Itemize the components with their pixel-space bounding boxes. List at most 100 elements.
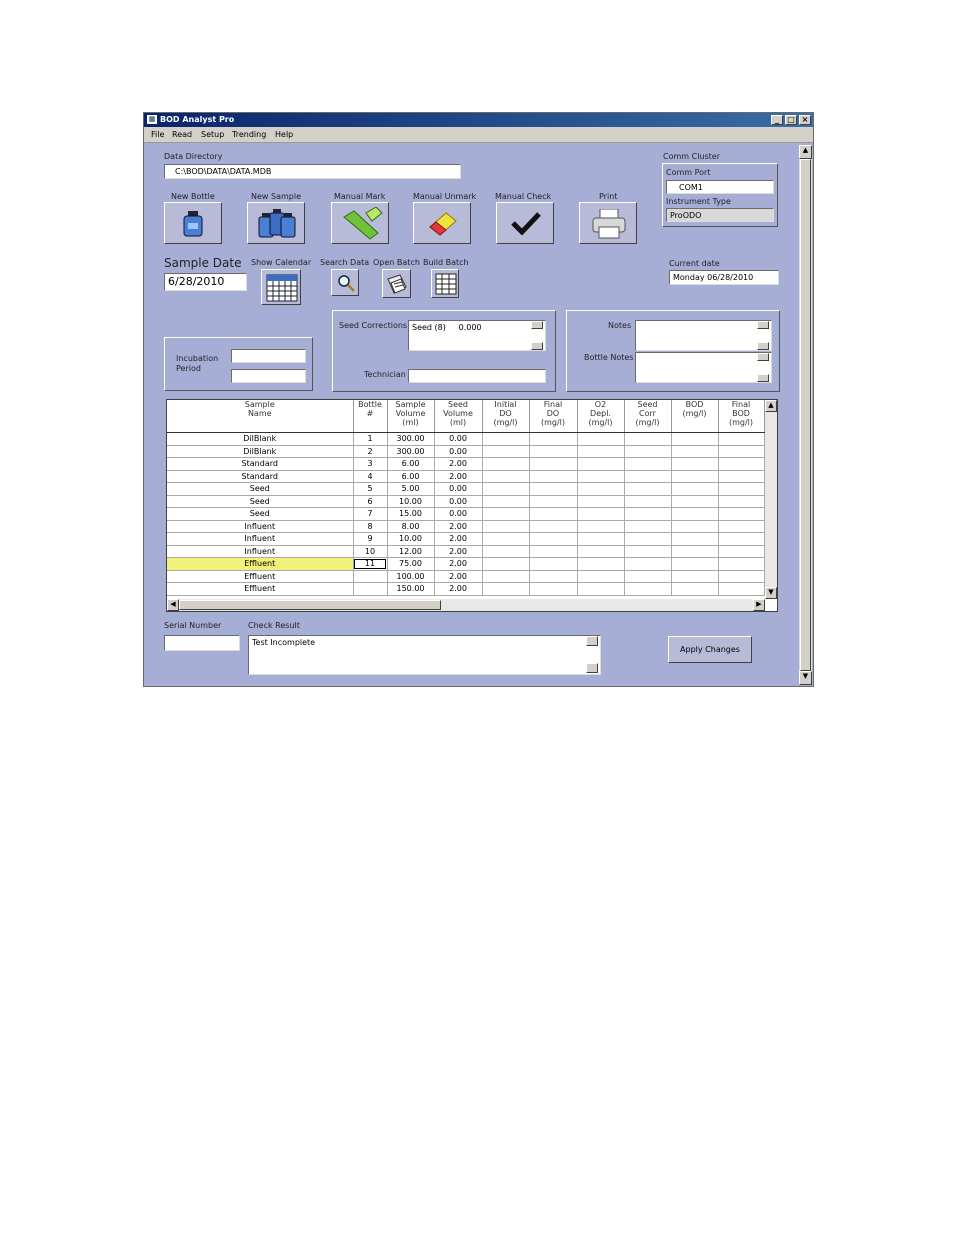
- table-cell[interactable]: [671, 582, 719, 596]
- table-cell[interactable]: [718, 570, 765, 583]
- window-scroll-up-icon[interactable]: ▲: [799, 145, 812, 159]
- table-cell[interactable]: Influent: [167, 520, 354, 533]
- table-cell[interactable]: [482, 445, 530, 458]
- table-cell[interactable]: [482, 495, 530, 508]
- grid-scroll-up-icon[interactable]: ▲: [765, 400, 777, 412]
- table-cell[interactable]: 2.00: [434, 457, 483, 471]
- serial-number-field[interactable]: [164, 635, 240, 651]
- apply-changes-button[interactable]: Apply Changes: [668, 636, 752, 663]
- minimize-button[interactable]: _: [771, 115, 783, 125]
- table-row[interactable]: Standard 3 6.00 2.00: [167, 457, 765, 471]
- open-batch-button[interactable]: [382, 269, 411, 298]
- table-cell[interactable]: 7: [353, 507, 388, 521]
- table-cell[interactable]: [718, 432, 765, 446]
- table-cell[interactable]: 11: [353, 557, 388, 571]
- window-vertical-scrollbar[interactable]: ▲ ▼: [799, 145, 812, 685]
- table-cell[interactable]: [624, 432, 672, 446]
- table-row[interactable]: Effluent 100.00 2.00: [167, 570, 765, 583]
- table-cell[interactable]: [482, 532, 530, 546]
- table-cell[interactable]: [718, 520, 765, 533]
- table-cell[interactable]: [624, 470, 672, 483]
- table-cell[interactable]: [718, 445, 765, 458]
- table-cell[interactable]: [529, 495, 578, 508]
- close-button[interactable]: ×: [799, 115, 811, 125]
- table-cell[interactable]: [529, 482, 578, 496]
- data-directory-field[interactable]: C:\BOD\DATA\DATA.MDB: [164, 164, 461, 179]
- table-cell[interactable]: [577, 470, 625, 483]
- table-cell[interactable]: [577, 570, 625, 583]
- table-cell[interactable]: [718, 582, 765, 596]
- column-header[interactable]: Seed Volume (ml): [434, 400, 483, 433]
- table-cell[interactable]: Effluent: [167, 582, 354, 596]
- table-cell[interactable]: [718, 495, 765, 508]
- table-cell[interactable]: Seed: [167, 482, 354, 496]
- table-cell[interactable]: [577, 520, 625, 533]
- current-date-field[interactable]: Monday 06/28/2010: [669, 270, 779, 285]
- table-cell[interactable]: [718, 507, 765, 521]
- table-cell[interactable]: [671, 445, 719, 458]
- seed-scroll-up[interactable]: [531, 321, 543, 329]
- table-cell[interactable]: Influent: [167, 545, 354, 558]
- table-cell[interactable]: DilBlank: [167, 432, 354, 446]
- table-cell[interactable]: [671, 470, 719, 483]
- table-cell[interactable]: [353, 582, 388, 596]
- new-bottle-button[interactable]: [164, 202, 222, 244]
- table-cell[interactable]: [482, 520, 530, 533]
- table-cell[interactable]: 100.00: [387, 570, 435, 583]
- manual-check-button[interactable]: [496, 202, 554, 244]
- table-cell[interactable]: [624, 507, 672, 521]
- table-cell[interactable]: 6.00: [387, 470, 435, 483]
- technician-field[interactable]: [408, 369, 546, 383]
- table-cell[interactable]: [624, 545, 672, 558]
- table-cell[interactable]: 9: [353, 532, 388, 546]
- table-cell[interactable]: [624, 532, 672, 546]
- incubation-period-field-2[interactable]: [231, 369, 306, 383]
- table-cell[interactable]: 10.00: [387, 532, 435, 546]
- table-cell[interactable]: [482, 582, 530, 596]
- table-cell[interactable]: 10.00: [387, 495, 435, 508]
- column-header[interactable]: O2 Depl. (mg/l): [577, 400, 625, 433]
- table-cell[interactable]: 6.00: [387, 457, 435, 471]
- comm-port-field[interactable]: COM1: [666, 180, 774, 194]
- column-header[interactable]: Sample Volume (ml): [387, 400, 435, 433]
- table-cell[interactable]: [577, 445, 625, 458]
- table-cell[interactable]: [577, 532, 625, 546]
- table-cell[interactable]: 2: [353, 445, 388, 458]
- column-header[interactable]: Sample Name: [167, 400, 354, 433]
- seed-corrections-field[interactable]: Seed (8) 0.000: [408, 320, 546, 351]
- table-cell[interactable]: 12.00: [387, 545, 435, 558]
- table-row[interactable]: Influent 9 10.00 2.00: [167, 532, 765, 546]
- table-cell[interactable]: [529, 520, 578, 533]
- table-cell[interactable]: 8.00: [387, 520, 435, 533]
- column-header[interactable]: Final BOD (mg/l): [718, 400, 765, 433]
- table-cell[interactable]: [577, 482, 625, 496]
- table-row[interactable]: Standard 4 6.00 2.00: [167, 470, 765, 483]
- maximize-button[interactable]: □: [785, 115, 797, 125]
- print-button[interactable]: [579, 202, 637, 244]
- table-cell[interactable]: 300.00: [387, 432, 435, 446]
- table-cell[interactable]: [529, 457, 578, 471]
- table-cell[interactable]: Effluent: [167, 557, 354, 571]
- table-cell[interactable]: 0.00: [434, 495, 483, 508]
- new-sample-button[interactable]: [247, 202, 305, 244]
- table-cell[interactable]: [577, 557, 625, 571]
- menu-trending[interactable]: Trending: [232, 130, 266, 139]
- table-cell[interactable]: 5: [353, 482, 388, 496]
- table-cell[interactable]: [624, 570, 672, 583]
- table-cell[interactable]: [624, 520, 672, 533]
- table-cell[interactable]: 150.00: [387, 582, 435, 596]
- window-scroll-down-icon[interactable]: ▼: [799, 671, 812, 685]
- instrument-type-field[interactable]: ProODO: [666, 208, 774, 222]
- bottle-notes-scroll-down[interactable]: [757, 374, 769, 382]
- table-cell[interactable]: [529, 445, 578, 458]
- show-calendar-button[interactable]: [261, 269, 301, 305]
- table-cell[interactable]: 2.00: [434, 470, 483, 483]
- table-cell[interactable]: [529, 570, 578, 583]
- table-cell[interactable]: [482, 507, 530, 521]
- menu-read[interactable]: Read: [172, 130, 192, 139]
- manual-mark-button[interactable]: [331, 202, 389, 244]
- table-cell[interactable]: [718, 457, 765, 471]
- table-cell[interactable]: [529, 545, 578, 558]
- table-cell[interactable]: [482, 545, 530, 558]
- table-row[interactable]: Seed 6 10.00 0.00: [167, 495, 765, 508]
